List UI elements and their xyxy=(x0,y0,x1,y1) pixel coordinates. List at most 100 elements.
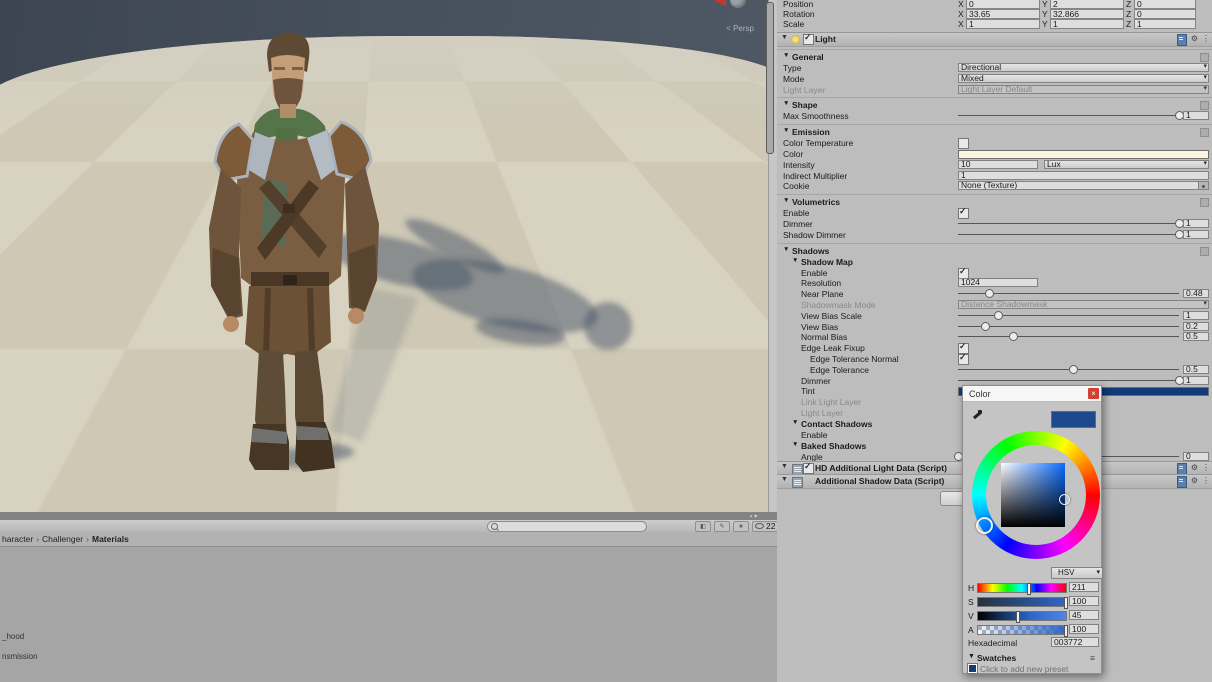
transform-field[interactable]: 1 xyxy=(1134,19,1196,29)
foldout-icon[interactable]: ▼ xyxy=(792,441,798,448)
section-options-icon[interactable] xyxy=(1200,53,1209,62)
slider-thumb[interactable] xyxy=(1009,332,1018,341)
slider-value[interactable]: 1 xyxy=(1183,111,1209,120)
slider-track-shadow-dimmer[interactable] xyxy=(958,234,1179,235)
slider-thumb[interactable] xyxy=(1064,625,1068,637)
menu-icon[interactable]: ⋮ xyxy=(1202,476,1210,488)
slider-value-input[interactable]: 45 xyxy=(1069,610,1099,620)
section-options-icon[interactable] xyxy=(1200,128,1209,137)
slider-track-view-bias[interactable] xyxy=(958,326,1179,327)
slider-value[interactable]: 1 xyxy=(1183,230,1209,239)
field-resolution[interactable]: 1024 xyxy=(958,278,1038,287)
slider-track-edge-tolerance[interactable] xyxy=(958,369,1179,370)
breadcrumb-item-materials[interactable]: Materials xyxy=(92,534,129,544)
foldout-icon[interactable]: ▼ xyxy=(792,419,798,426)
transform-field[interactable]: 32.866 xyxy=(1050,9,1124,19)
project-search-input[interactable] xyxy=(487,521,647,532)
slider-track-h[interactable] xyxy=(977,583,1067,593)
eyedropper-icon[interactable] xyxy=(971,409,983,421)
swatches-header[interactable]: ▼ Swatches ≡ xyxy=(963,652,1101,663)
saturation-value-box[interactable] xyxy=(1001,463,1065,527)
foldout-icon[interactable]: ▼ xyxy=(783,52,789,59)
foldout-icon[interactable]: ▼ xyxy=(783,197,789,204)
perspective-label[interactable]: < Persp xyxy=(726,24,754,33)
slider-value-input[interactable]: 100 xyxy=(1069,624,1099,634)
slider-value[interactable]: 0.48 xyxy=(1183,289,1209,298)
slider-thumb[interactable] xyxy=(1069,365,1078,374)
breadcrumb-item-haracter[interactable]: haracter xyxy=(2,534,33,544)
slider-thumb[interactable] xyxy=(994,311,1003,320)
swatches-menu-icon[interactable]: ≡ xyxy=(1090,653,1095,663)
scene-orientation-gizmo[interactable] xyxy=(714,0,758,26)
dropdown-mode[interactable]: Mixed▾ xyxy=(958,74,1209,83)
field-indirect-multiplier[interactable]: 1 xyxy=(958,171,1209,180)
slider-thumb[interactable] xyxy=(1016,611,1020,623)
slider-thumb[interactable] xyxy=(981,322,990,331)
project-item-hood[interactable]: _hood xyxy=(2,632,24,641)
section-options-icon[interactable] xyxy=(1200,101,1209,110)
slider-track-max-smoothness[interactable] xyxy=(958,115,1179,116)
slider-track-s[interactable] xyxy=(977,597,1067,607)
foldout-icon[interactable]: ▼ xyxy=(792,257,798,264)
foldout-icon[interactable]: ▼ xyxy=(783,100,789,107)
transform-field[interactable]: 1 xyxy=(1050,19,1124,29)
scene-view[interactable]: < Persp xyxy=(0,0,768,512)
color-picker-titlebar[interactable]: Color × xyxy=(963,386,1101,402)
foldout-icon[interactable]: ▼ xyxy=(783,246,789,253)
object-field-cookie[interactable]: None (Texture) xyxy=(958,181,1209,190)
slider-thumb[interactable] xyxy=(985,289,994,298)
slider-value[interactable]: 1 xyxy=(1183,376,1209,385)
foldout-icon[interactable]: ▼ xyxy=(968,653,975,660)
close-icon[interactable]: × xyxy=(1088,388,1099,399)
slider-track-a[interactable] xyxy=(977,625,1067,635)
slider-value-input[interactable]: 100 xyxy=(1069,596,1099,606)
foldout-icon[interactable]: ▼ xyxy=(781,463,788,470)
transform-field[interactable]: 2 xyxy=(1050,0,1124,9)
slider-track-view-bias-scale[interactable] xyxy=(958,315,1179,316)
gear-icon[interactable]: ⚙ xyxy=(1191,34,1198,46)
add-preset-row[interactable]: Click to add new preset xyxy=(963,663,1101,673)
foldout-icon[interactable]: ▼ xyxy=(781,476,788,483)
transform-field[interactable]: 0 xyxy=(1134,9,1196,19)
slider-value[interactable]: 1 xyxy=(1183,311,1209,320)
field-intensity[interactable]: 10 xyxy=(958,160,1038,169)
sv-thumb[interactable] xyxy=(1059,494,1070,505)
save-search-star-icon[interactable]: ★ xyxy=(733,521,749,532)
slider-track-near-plane[interactable] xyxy=(958,293,1179,294)
slider-thumb[interactable] xyxy=(1064,597,1068,609)
slider-value[interactable]: 0.5 xyxy=(1183,365,1209,374)
slider-track-dimmer[interactable] xyxy=(958,223,1179,224)
hex-input[interactable]: 003772 xyxy=(1051,637,1099,647)
hue-ring-thumb[interactable] xyxy=(976,517,993,534)
hidden-items-toggle[interactable]: 22 xyxy=(752,521,778,532)
slider-value[interactable]: 1 xyxy=(1183,219,1209,228)
docs-icon[interactable] xyxy=(1177,476,1187,488)
slider-value[interactable]: 0.5 xyxy=(1183,332,1209,341)
slider-value[interactable]: 0 xyxy=(1183,452,1209,461)
slider-thumb[interactable] xyxy=(1027,583,1031,595)
component-enabled-checkbox[interactable]: ✓ xyxy=(803,463,814,474)
color-mode-dropdown[interactable]: HSV ▾ xyxy=(1051,567,1103,579)
project-content-area[interactable]: _hood nsmission xyxy=(0,547,777,682)
transform-field[interactable]: 0 xyxy=(966,0,1040,9)
transform-field[interactable]: 33.65 xyxy=(966,9,1040,19)
slider-track-v[interactable] xyxy=(977,611,1067,621)
color-swatch-color[interactable] xyxy=(958,150,1209,159)
transform-field[interactable]: 1 xyxy=(966,19,1040,29)
foldout-icon[interactable]: ▼ xyxy=(781,34,788,41)
slider-value[interactable]: 0.2 xyxy=(1183,322,1209,331)
breadcrumb-item-challenger[interactable]: Challenger xyxy=(42,534,83,544)
menu-icon[interactable]: ⋮ xyxy=(1202,34,1210,46)
unit-dropdown[interactable]: Lux▾ xyxy=(1044,160,1209,169)
transform-field[interactable]: 0 xyxy=(1134,0,1196,9)
light-component-header[interactable]: ▼ ✓ Light ⚙ ⋮ xyxy=(777,32,1212,47)
slider-track-dimmer[interactable] xyxy=(958,380,1179,381)
dropdown-type[interactable]: Directional▾ xyxy=(958,63,1209,72)
filter-by-label-icon[interactable]: ✎ xyxy=(714,521,730,532)
slider-value-input[interactable]: 211 xyxy=(1069,582,1099,592)
project-panel-options[interactable]: ▪▾ xyxy=(750,513,759,520)
object-picker-icon[interactable] xyxy=(1198,182,1208,190)
section-options-icon[interactable] xyxy=(1200,198,1209,207)
project-item-nsmission[interactable]: nsmission xyxy=(2,652,38,661)
gear-icon[interactable]: ⚙ xyxy=(1191,476,1198,488)
